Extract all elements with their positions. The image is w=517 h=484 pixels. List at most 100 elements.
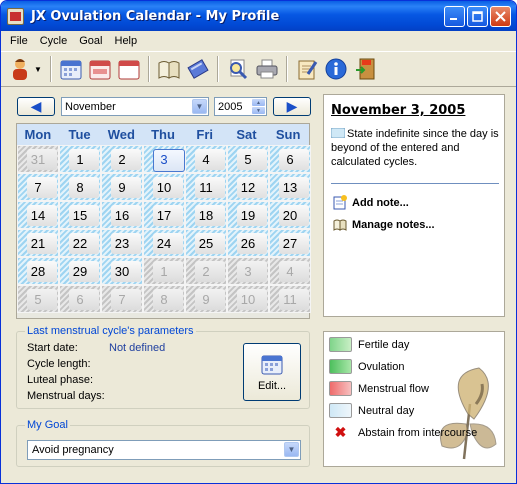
maximize-button[interactable]	[467, 6, 488, 27]
day-number: 3	[160, 151, 168, 167]
calendar-day[interactable]: 21	[17, 229, 59, 257]
year-down-icon[interactable]: ▼	[252, 107, 265, 114]
goal-select[interactable]: Avoid pregnancy ▼	[27, 440, 301, 460]
calendar-week-icon[interactable]	[87, 56, 113, 82]
start-date-label: Start date:	[27, 342, 78, 354]
calendar-day[interactable]: 14	[17, 201, 59, 229]
calendar-day[interactable]: 4	[269, 257, 311, 285]
calendar-day[interactable]: 22	[59, 229, 101, 257]
menu-help[interactable]: Help	[109, 35, 144, 47]
calendar-day[interactable]: 6	[59, 285, 101, 313]
legend-neutral: Neutral day	[329, 403, 414, 418]
calendar-day[interactable]: 7	[17, 173, 59, 201]
calendar-day[interactable]: 7	[101, 285, 143, 313]
calendar-day[interactable]: 25	[185, 229, 227, 257]
day-number: 21	[30, 235, 46, 251]
calendar-day-selected[interactable]: 3	[143, 145, 185, 173]
calendar-day[interactable]: 3	[227, 257, 269, 285]
day-number: 1	[160, 263, 168, 279]
calendar-day[interactable]: 26	[227, 229, 269, 257]
calendar-day[interactable]: 29	[59, 257, 101, 285]
calendar-day[interactable]: 2	[101, 145, 143, 173]
calendar-day[interactable]: 28	[17, 257, 59, 285]
goal-title: My Goal	[25, 419, 70, 431]
calendar-day[interactable]: 27	[269, 229, 311, 257]
calendar-day[interactable]: 10	[143, 173, 185, 201]
day-number: 25	[198, 235, 214, 251]
luteal-phase-label: Luteal phase:	[27, 374, 94, 386]
next-month-button[interactable]: ▶	[273, 97, 311, 116]
calendar-day[interactable]: 13	[269, 173, 311, 201]
calendar-day[interactable]: 8	[59, 173, 101, 201]
ovulation-swatch	[329, 359, 352, 374]
maximize-icon	[472, 11, 483, 22]
calendar-day[interactable]: 2	[185, 257, 227, 285]
toolbar-separator	[216, 56, 219, 82]
minimize-button[interactable]	[444, 6, 465, 27]
day-number: 30	[114, 263, 130, 279]
calendar-day[interactable]: 5	[227, 145, 269, 173]
year-stepper[interactable]: 2005 ▲ ▼	[214, 97, 267, 116]
info-icon[interactable]	[323, 56, 349, 82]
day-number: 11	[283, 291, 297, 307]
calendar-day[interactable]: 9	[101, 173, 143, 201]
edit-button[interactable]: Edit...	[243, 343, 301, 401]
butterfly-logo-icon	[440, 367, 497, 460]
calendar-day[interactable]: 9	[185, 285, 227, 313]
menu-file[interactable]: File	[4, 35, 34, 47]
notebook-icon[interactable]	[185, 56, 211, 82]
print-preview-icon[interactable]	[225, 56, 251, 82]
calendar-day[interactable]: 4	[185, 145, 227, 173]
menu-cycle[interactable]: Cycle	[34, 35, 74, 47]
day-of-week-wed: Wed	[107, 127, 135, 142]
calendar-day[interactable]: 15	[59, 201, 101, 229]
open-book-icon[interactable]	[156, 56, 182, 82]
day-number: 8	[76, 179, 84, 195]
exit-door-icon[interactable]	[352, 56, 378, 82]
month-select[interactable]: November ▼	[61, 97, 209, 116]
year-up-icon[interactable]: ▲	[252, 99, 265, 106]
calendar-day[interactable]: 18	[185, 201, 227, 229]
calendar-day[interactable]: 23	[101, 229, 143, 257]
chevron-down-icon[interactable]: ▼	[284, 442, 299, 457]
calendar-day[interactable]: 1	[143, 257, 185, 285]
legend-abstain: ✖ Abstain from intercourse	[329, 424, 478, 440]
calendar-day[interactable]: 11	[269, 285, 311, 313]
calendar-day[interactable]: 30	[101, 257, 143, 285]
calendar-day[interactable]: 24	[143, 229, 185, 257]
neutral-swatch	[329, 403, 352, 418]
day-number: 20	[282, 207, 298, 223]
calendar-day[interactable]: 6	[269, 145, 311, 173]
calendar-day[interactable]: 17	[143, 201, 185, 229]
calendar-day[interactable]: 10	[227, 285, 269, 313]
legend-abstain-label: Abstain from intercourse	[358, 426, 478, 439]
day-number: 10	[156, 179, 172, 195]
close-button[interactable]	[490, 6, 511, 27]
previous-month-button[interactable]: ◀	[17, 97, 55, 116]
manage-notes-link[interactable]: Manage notes...	[333, 217, 435, 232]
neutral-state-icon	[330, 127, 346, 139]
day-number: 16	[114, 207, 130, 223]
calendar-day[interactable]: 1	[59, 145, 101, 173]
calendar-day[interactable]: 11	[185, 173, 227, 201]
day-number: 6	[286, 151, 294, 167]
calendar-day[interactable]: 31	[17, 145, 59, 173]
chevron-down-icon[interactable]: ▼	[192, 99, 207, 114]
menu-goal[interactable]: Goal	[73, 35, 108, 47]
title-bar[interactable]: JX Ovulation Calendar - My Profile	[1, 1, 516, 31]
printer-icon[interactable]	[254, 56, 280, 82]
calendar-day[interactable]: 16	[101, 201, 143, 229]
calendar-month-icon[interactable]	[58, 56, 84, 82]
calendar-day-icon[interactable]	[116, 56, 142, 82]
toolbar-separator	[147, 56, 150, 82]
calendar-day[interactable]: 12	[227, 173, 269, 201]
profile-user-icon[interactable]	[7, 56, 33, 82]
calendar-day[interactable]: 8	[143, 285, 185, 313]
edit-note-icon[interactable]	[294, 56, 320, 82]
add-note-link[interactable]: Add note...	[333, 195, 409, 210]
calendar-day[interactable]: 5	[17, 285, 59, 313]
calendar-day[interactable]: 19	[227, 201, 269, 229]
calendar-day[interactable]: 20	[269, 201, 311, 229]
profile-dropdown-icon[interactable]: ▼	[34, 65, 42, 74]
day-number: 31	[30, 151, 46, 167]
